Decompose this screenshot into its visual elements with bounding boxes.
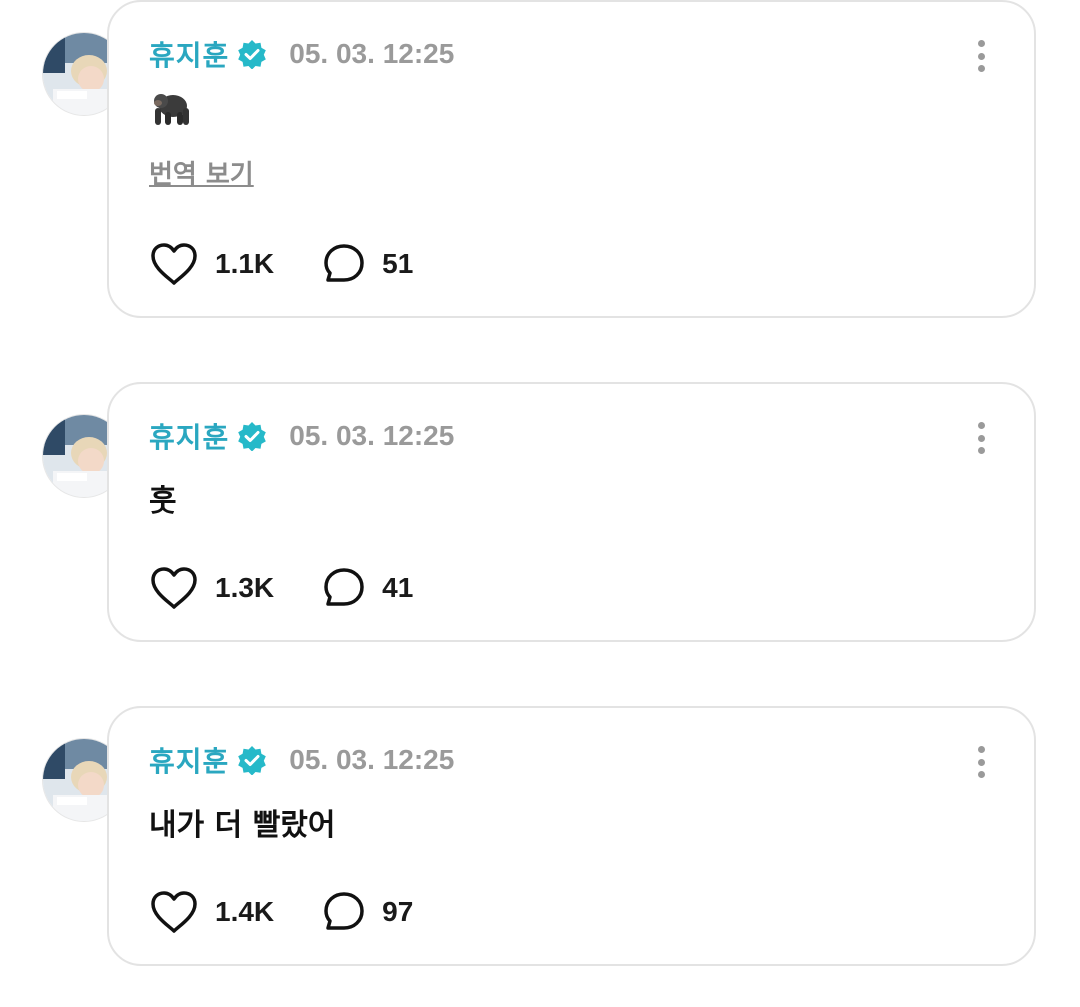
post-timestamp: 05. 03. 12:25 [289, 38, 455, 69]
verified-badge-icon [237, 745, 267, 775]
post-card[interactable]: 휴지훈 05. 03. 12:25 내가 더 빨랐어 1.4K 97 [107, 706, 1036, 966]
comment-button[interactable]: 97 [322, 890, 413, 934]
post-actions: 1.1K 51 [149, 240, 413, 288]
author-name[interactable]: 휴지훈 [149, 416, 229, 456]
gorilla-emoji-icon [149, 88, 193, 128]
post-header: 휴지훈 05. 03. 12:25 [149, 740, 454, 780]
like-count: 1.1K [215, 248, 275, 279]
comment-button[interactable]: 51 [322, 242, 413, 286]
comment-count: 51 [382, 248, 414, 279]
more-options-icon[interactable] [966, 36, 996, 76]
post-header: 휴지훈 05. 03. 12:25 [149, 34, 454, 74]
heart-icon [151, 891, 197, 933]
like-button[interactable]: 1.4K [149, 889, 274, 935]
post-actions: 1.4K 97 [149, 888, 413, 936]
like-count: 1.4K [215, 896, 275, 927]
post-timestamp: 05. 03. 12:25 [289, 744, 455, 775]
author-name[interactable]: 휴지훈 [149, 34, 229, 74]
translate-link[interactable]: 번역 보기 [149, 154, 254, 191]
comment-bubble-icon [324, 568, 364, 606]
post-card[interactable]: 휴지훈 05. 03. 12:25 번역 보기 1.1K 51 [107, 0, 1036, 318]
more-options-icon[interactable] [966, 742, 996, 782]
post-actions: 1.3K 41 [149, 564, 413, 612]
comment-count: 41 [382, 572, 414, 603]
post-feed: 휴지훈 05. 03. 12:25 번역 보기 1.1K 51 휴지훈 05. … [0, 0, 1080, 1007]
comment-bubble-icon [324, 892, 364, 930]
verified-badge-icon [237, 421, 267, 451]
post-text: 내가 더 빨랐어 [149, 808, 336, 843]
heart-icon [151, 243, 197, 285]
more-options-icon[interactable] [966, 418, 996, 458]
post-timestamp: 05. 03. 12:25 [289, 420, 455, 451]
comment-button[interactable]: 41 [322, 566, 413, 610]
comment-bubble-icon [324, 244, 364, 282]
like-button[interactable]: 1.1K [149, 241, 274, 287]
post-text [149, 88, 193, 136]
like-button[interactable]: 1.3K [149, 565, 274, 611]
heart-icon [151, 567, 197, 609]
like-count: 1.3K [215, 572, 275, 603]
comment-count: 97 [382, 896, 414, 927]
post-text: 훗 [149, 484, 177, 519]
author-name[interactable]: 휴지훈 [149, 740, 229, 780]
post-header: 휴지훈 05. 03. 12:25 [149, 416, 454, 456]
verified-badge-icon [237, 39, 267, 69]
post-card[interactable]: 휴지훈 05. 03. 12:25 훗 1.3K 41 [107, 382, 1036, 642]
